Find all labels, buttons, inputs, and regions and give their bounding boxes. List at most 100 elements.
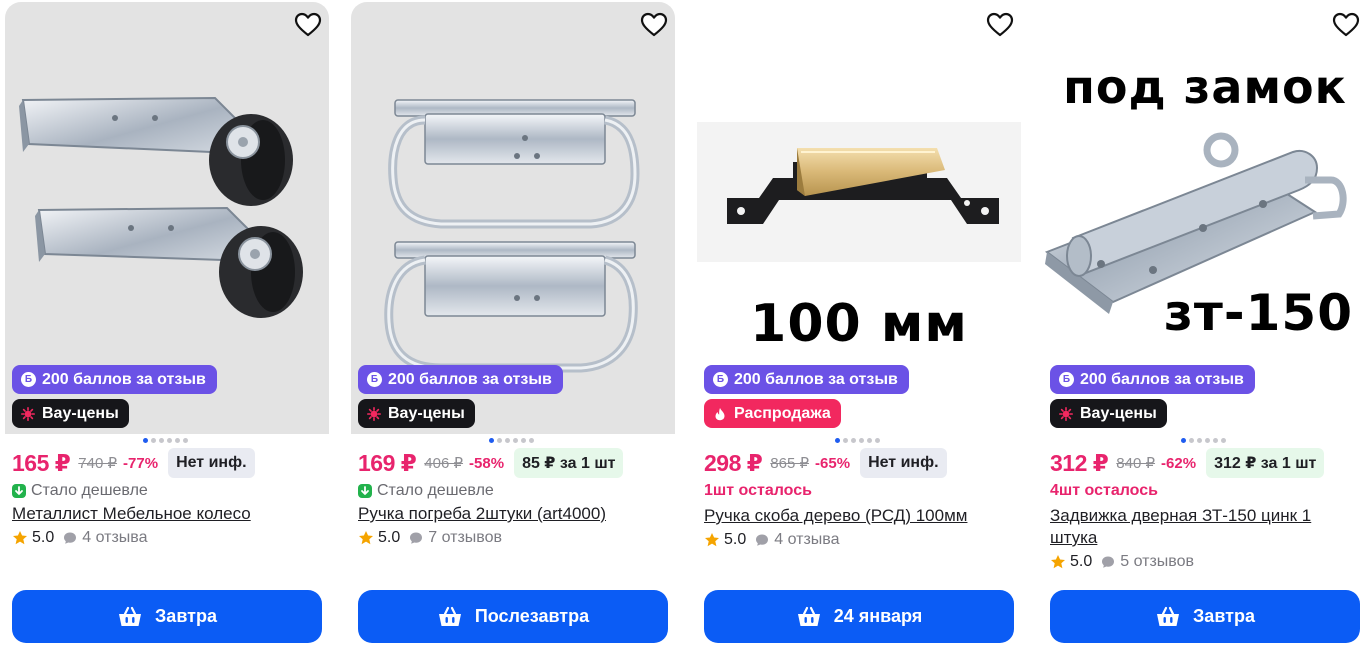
slider-dot: [183, 438, 188, 443]
slider-dot: [867, 438, 872, 443]
price-drop-label: Стало дешевле: [377, 482, 494, 499]
slider-dot: [521, 438, 526, 443]
delivery-cart-button[interactable]: Завтра: [1050, 590, 1360, 643]
discount-percent: -65%: [815, 454, 851, 472]
delivery-cart-button[interactable]: Завтра: [12, 590, 322, 643]
image-caption-top: под замок: [1063, 60, 1347, 114]
slider-dot: [175, 438, 180, 443]
price-drop-note: Стало дешевле: [12, 481, 148, 501]
promo-badge-label: Распродажа: [734, 404, 831, 422]
arrow-down-icon: [12, 484, 26, 498]
product-image[interactable]: Б 200 баллов за отзыв Вау-цены: [5, 2, 329, 434]
reviews-count[interactable]: 7 отзывов: [428, 529, 502, 547]
product-image[interactable]: под замок зт-150 Б 200 баллов за отзыв В…: [1043, 2, 1364, 434]
current-price: 169 ₽: [358, 449, 417, 476]
promo-badge-label: Вау-цены: [42, 404, 119, 422]
image-slider-dots: [835, 438, 880, 443]
price-drop-label: Стало дешевле: [31, 482, 148, 499]
points-b-icon: Б: [713, 372, 728, 387]
points-badge-label: 200 баллов за отзыв: [388, 370, 552, 388]
slider-dot: [513, 438, 518, 443]
price-row: 169 ₽ 406 ₽ -58% 85 ₽ за 1 шт: [358, 447, 624, 479]
promo-badge: Вау-цены: [12, 399, 129, 428]
old-price: 840 ₽: [1116, 455, 1156, 472]
discount-percent: -62%: [1161, 454, 1197, 472]
product-image[interactable]: Б 200 баллов за отзыв Вау-цены: [351, 2, 675, 434]
promo-badge: Вау-цены: [1050, 399, 1167, 428]
slider-dot: [843, 438, 848, 443]
product-card[interactable]: Б 200 баллов за отзыв Вау-цены 165 ₽ 740…: [5, 0, 329, 646]
image-slider-dots: [143, 438, 188, 443]
current-price: 312 ₽: [1050, 449, 1109, 476]
star-icon: [1051, 555, 1065, 569]
favorite-heart-icon[interactable]: [985, 10, 1015, 40]
points-badge: Б 200 баллов за отзыв: [358, 365, 563, 394]
old-price: 865 ₽: [770, 455, 810, 472]
reviews-count[interactable]: 4 отзыва: [774, 531, 839, 549]
product-card[interactable]: Б 200 баллов за отзыв Вау-цены 169 ₽ 406…: [351, 0, 675, 646]
rating-row: 5.0 7 отзывов: [358, 528, 502, 548]
product-title-link[interactable]: Металлист Мебельное колесо: [12, 503, 312, 525]
sparkle-icon: [21, 406, 35, 421]
price-row: 312 ₽ 840 ₽ -62% 312 ₽ за 1 шт: [1050, 447, 1325, 479]
favorite-heart-icon[interactable]: [293, 10, 323, 40]
speech-bubble-icon: [64, 532, 77, 544]
rating-value: 5.0: [724, 531, 747, 548]
product-title-link[interactable]: Задвижка дверная ЗТ-150 цинк 1 штука: [1050, 505, 1350, 549]
rating-value: 5.0: [378, 529, 401, 546]
points-badge: Б 200 баллов за отзыв: [12, 365, 217, 394]
favorite-heart-icon[interactable]: [639, 10, 669, 40]
reviews-count[interactable]: 4 отзыва: [82, 529, 147, 547]
unit-price-chip: Нет инф.: [168, 448, 255, 478]
image-slider-dots: [489, 438, 534, 443]
delivery-label: Завтра: [1193, 606, 1255, 626]
stock-left-note: 1шт осталось: [704, 482, 812, 499]
slider-dot: [497, 438, 502, 443]
promo-badge: Вау-цены: [358, 399, 475, 428]
current-price: 298 ₽: [704, 449, 763, 476]
slider-dot: [859, 438, 864, 443]
unit-price-chip: 312 ₽ за 1 шт: [1206, 448, 1325, 478]
reviews-count[interactable]: 5 отзывов: [1120, 553, 1194, 571]
rating-row: 5.0 4 отзыва: [704, 530, 840, 550]
image-caption-bottom: зт-150: [1163, 284, 1353, 342]
basket-icon: [119, 606, 142, 626]
rating-row: 5.0 5 отзывов: [1050, 552, 1194, 572]
image-size-caption: 100 мм: [750, 294, 968, 354]
slider-dot: [1213, 438, 1218, 443]
delivery-label: Завтра: [155, 606, 217, 626]
discount-percent: -77%: [123, 454, 159, 472]
rating-row: 5.0 4 отзыва: [12, 528, 148, 548]
delivery-label: 24 января: [833, 606, 923, 626]
product-card[interactable]: 100 мм Б 200 баллов за отзыв Распродажа …: [697, 0, 1021, 646]
product-title-link[interactable]: Ручка скоба дерево (РСД) 100мм: [704, 505, 1004, 527]
points-badge: Б 200 баллов за отзыв: [1050, 365, 1255, 394]
slider-dot: [143, 438, 148, 443]
price-drop-note: Стало дешевле: [358, 481, 494, 501]
discount-percent: -58%: [469, 454, 505, 472]
favorite-heart-icon[interactable]: [1331, 10, 1361, 40]
sparkle-icon: [1059, 406, 1073, 421]
rating-value: 5.0: [32, 529, 55, 546]
slider-dot: [167, 438, 172, 443]
slider-dot: [151, 438, 156, 443]
points-badge: Б 200 баллов за отзыв: [704, 365, 909, 394]
image-slider-dots: [1181, 438, 1226, 443]
slider-dot: [851, 438, 856, 443]
slider-dot: [505, 438, 510, 443]
product-title-link[interactable]: Ручка погреба 2штуки (art4000): [358, 503, 658, 525]
slider-dot: [489, 438, 494, 443]
delivery-cart-button[interactable]: 24 января: [704, 590, 1014, 643]
slider-dot: [1181, 438, 1186, 443]
slider-dot: [875, 438, 880, 443]
product-grid: Б 200 баллов за отзыв Вау-цены 165 ₽ 740…: [0, 0, 1364, 646]
sparkle-icon: [367, 406, 381, 421]
product-image[interactable]: 100 мм Б 200 баллов за отзыв Распродажа: [697, 2, 1021, 434]
product-card[interactable]: под замок зт-150 Б 200 баллов за отзыв В…: [1043, 0, 1364, 646]
points-b-icon: Б: [367, 372, 382, 387]
delivery-cart-button[interactable]: Послезавтра: [358, 590, 668, 643]
promo-badge: Распродажа: [704, 399, 841, 428]
promo-badge-label: Вау-цены: [388, 404, 465, 422]
stock-left-note: 4шт осталось: [1050, 482, 1158, 499]
points-b-icon: Б: [1059, 372, 1074, 387]
